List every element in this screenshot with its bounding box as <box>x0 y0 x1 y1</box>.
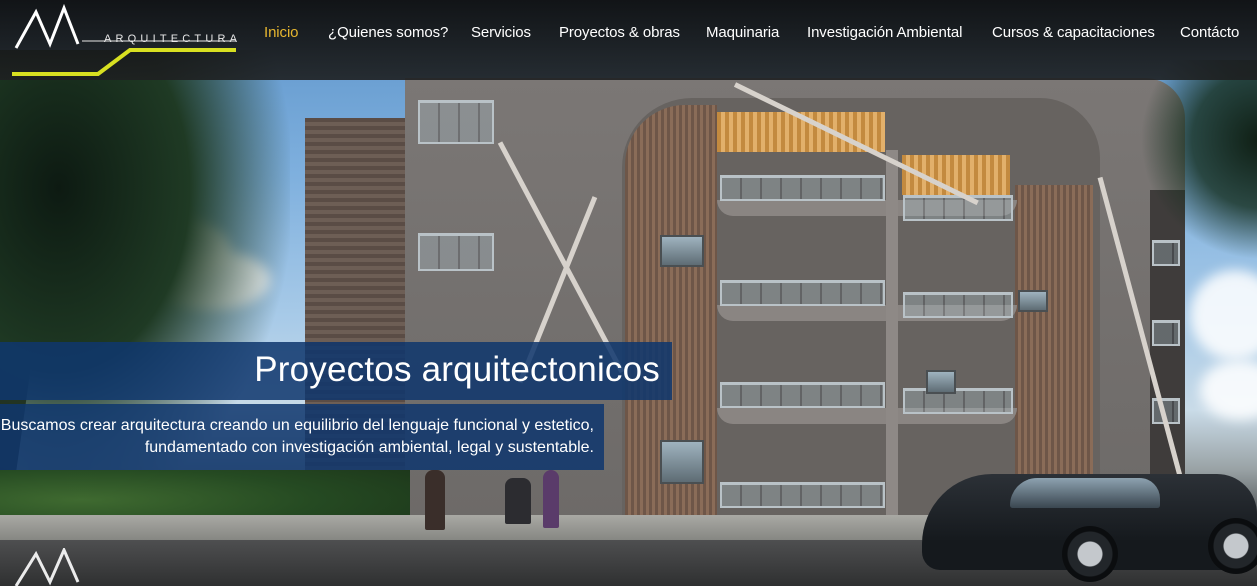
logo-text: ARQUITECTURA <box>104 33 242 45</box>
hero-headline-banner: Proyectos arquitectonicos <box>0 342 672 400</box>
top-navigation-bar: ARQUITECTURA Inicio ¿Quienes somos? Serv… <box>0 0 1257 80</box>
footer-logo-mark-icon <box>14 548 80 586</box>
nav-item-contacto[interactable]: Contácto <box>1180 24 1239 41</box>
nav-item-investigacion-ambiental[interactable]: Investigación Ambiental <box>807 24 962 41</box>
site-logo[interactable]: ARQUITECTURA <box>12 3 237 76</box>
nav-item-proyectos-obras[interactable]: Proyectos & obras <box>559 24 680 41</box>
nav-item-servicios[interactable]: Servicios <box>471 24 531 41</box>
car-window <box>1010 478 1160 508</box>
wheelchair-figure <box>505 478 531 524</box>
window <box>1018 290 1048 312</box>
hero-slider-image <box>0 0 1257 586</box>
balcony-railing <box>418 233 494 271</box>
person-figure <box>543 470 559 528</box>
hero-description: Buscamos crear arquitectura creando un e… <box>0 417 594 456</box>
cloud <box>1200 360 1257 420</box>
balcony-railing <box>903 195 1013 221</box>
window <box>926 370 956 394</box>
column <box>886 150 898 520</box>
hero-description-banner: Buscamos crear arquitectura creando un e… <box>0 404 604 470</box>
nav-item-cursos-capacitaciones[interactable]: Cursos & capacitaciones <box>992 24 1155 41</box>
balcony-railing <box>720 382 885 408</box>
balcony-railing <box>1152 320 1180 346</box>
nav-item-maquinaria[interactable]: Maquinaria <box>706 24 779 41</box>
car-wheel <box>1208 518 1257 574</box>
palm-tree <box>1140 60 1257 260</box>
balcony-railing <box>418 100 494 144</box>
balcony-railing <box>903 292 1013 318</box>
window <box>660 440 704 484</box>
window <box>660 235 704 267</box>
balcony-railing <box>720 175 885 201</box>
nav-item-quienes-somos[interactable]: ¿Quienes somos? <box>328 24 448 41</box>
cloud <box>1190 270 1257 360</box>
balcony-railing <box>720 482 885 508</box>
person-figure <box>425 470 445 530</box>
car-wheel <box>1062 526 1118 582</box>
wood-slat-screen <box>1015 185 1093 520</box>
hero-headline: Proyectos arquitectonicos <box>254 350 660 389</box>
balcony-railing <box>903 388 1013 414</box>
balcony-railing <box>720 280 885 306</box>
nav-item-inicio[interactable]: Inicio <box>264 24 299 41</box>
